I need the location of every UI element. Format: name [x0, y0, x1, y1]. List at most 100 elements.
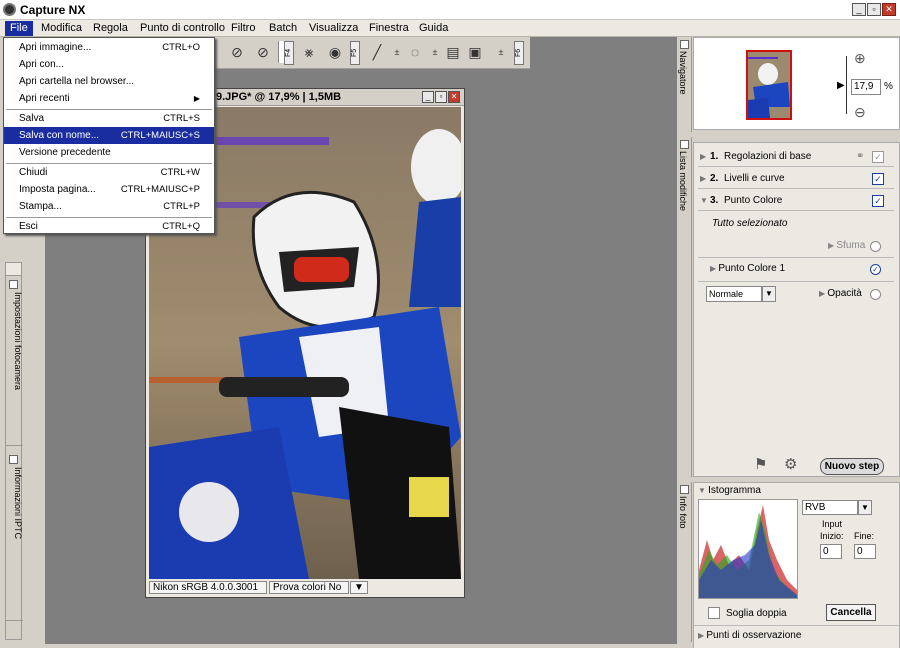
close-button[interactable]: ✕	[882, 3, 896, 16]
sfuma-radio[interactable]	[870, 241, 881, 252]
channel-dropdown-icon[interactable]: ▼	[858, 500, 872, 515]
panel-toggle-icon[interactable]	[680, 140, 689, 149]
sfuma-label[interactable]: ▶ Sfuma	[828, 240, 865, 251]
divider	[698, 257, 894, 258]
histogram-curves	[699, 505, 797, 598]
histogram-header[interactable]: ▼ Istogramma	[698, 485, 761, 496]
control-point-icon[interactable]: ⊘	[228, 43, 246, 61]
zoom-in-icon[interactable]: ⊕	[854, 50, 866, 67]
zoom-slider-track[interactable]	[846, 56, 847, 114]
menu-modifica[interactable]: Modifica	[36, 21, 87, 36]
zoom-out-icon[interactable]: ⊖	[854, 104, 866, 121]
image-minimize-button[interactable]: _	[422, 91, 434, 103]
tab-lista-modifiche[interactable]: Lista modifiche	[677, 137, 692, 477]
menu-guida[interactable]: Guida	[414, 21, 453, 36]
gear-icon[interactable]: ⚙	[784, 455, 797, 473]
tab-info-foto[interactable]: Info foto	[677, 482, 692, 642]
menu-item-apri-cartella[interactable]: Apri cartella nel browser...	[4, 73, 214, 90]
zoom-slider-handle-icon[interactable]: ▶	[837, 80, 845, 91]
thumbnail-image	[748, 52, 790, 118]
menu-item-imposta-pagina[interactable]: Imposta pagina... CTRL+MAIUSC+P	[4, 181, 214, 198]
brush-icon[interactable]: ╱	[368, 43, 386, 61]
selection-note: Tutto selezionato	[712, 218, 788, 229]
menu-file[interactable]: File	[5, 21, 33, 36]
step-regolazioni-di-base[interactable]: ▶ 1. Regolazioni di base ⚭ ✓	[698, 147, 894, 167]
divider	[698, 281, 894, 282]
end-input[interactable]: 0	[854, 544, 876, 559]
color-profile-status: Nikon sRGB 4.0.0.3001	[149, 581, 267, 594]
expand-arrow-icon: ▶	[700, 174, 707, 183]
cancel-button[interactable]: Cancella	[826, 604, 876, 621]
opacity-radio[interactable]	[870, 289, 881, 300]
plus-minus-icon[interactable]: ±	[426, 43, 444, 61]
lasso-icon[interactable]: ◌	[406, 43, 424, 61]
blend-mode-select[interactable]: Normale	[706, 286, 762, 302]
blend-mode-dropdown-icon[interactable]: ▼	[762, 286, 776, 302]
step-enable-checkbox[interactable]: ✓	[872, 151, 884, 163]
maximize-button[interactable]: ▫	[867, 3, 881, 16]
watch-points-header[interactable]: ▶ Punti di osservazione	[698, 630, 801, 641]
image-status-bar: Nikon sRGB 4.0.0.3001 Prova colori No ▼	[149, 580, 461, 595]
panel-toggle-icon[interactable]	[680, 40, 689, 49]
menu-visualizza[interactable]: Visualizza	[304, 21, 363, 36]
menu-batch[interactable]: Batch	[264, 21, 302, 36]
menu-filtro[interactable]: Filtro	[226, 21, 260, 36]
new-step-button[interactable]: Nuovo step	[820, 458, 884, 475]
image-maximize-button[interactable]: ▫	[435, 91, 447, 103]
step-livelli-e-curve[interactable]: ▶ 2. Livelli e curve ✓	[698, 169, 894, 189]
image-close-button[interactable]: ✕	[448, 91, 460, 103]
collapse-arrow-icon: ▼	[700, 196, 708, 205]
menu-item-esci[interactable]: Esci CTRL+Q	[4, 218, 214, 235]
tab-informazioni-iptc[interactable]: Informazioni IPTC	[6, 451, 23, 621]
menu-item-apri-recenti[interactable]: Apri recenti ▶	[4, 90, 214, 107]
menu-regola[interactable]: Regola	[88, 21, 133, 36]
minimize-button[interactable]: _	[852, 3, 866, 16]
zoom-unit: %	[884, 81, 893, 92]
menu-item-chiudi[interactable]: Chiudi CTRL+W	[4, 164, 214, 181]
control-point-checkbox[interactable]: ✓	[870, 264, 881, 275]
start-input[interactable]: 0	[820, 544, 842, 559]
soft-proof-dropdown-icon[interactable]: ▼	[350, 581, 368, 594]
fkey-f5: F5	[350, 41, 360, 65]
plus-minus-icon[interactable]: ±	[388, 43, 406, 61]
title-bar: Capture NX _ ▫ ✕	[0, 0, 900, 20]
submenu-arrow-icon: ▶	[193, 94, 200, 103]
menu-finestra[interactable]: Finestra	[364, 21, 414, 36]
app-icon	[3, 3, 16, 16]
fill-icon[interactable]: ▣	[466, 43, 484, 61]
flag-icon[interactable]: ⚑	[754, 455, 767, 473]
menu-item-apri-con[interactable]: Apri con...	[4, 56, 214, 73]
soft-proof-status[interactable]: Prova colori No	[269, 581, 349, 594]
edit-list-panel: ▶ 1. Regolazioni di base ⚭ ✓ ▶ 2. Livell…	[693, 142, 900, 477]
tab-navigatore[interactable]: Navigatore	[677, 37, 692, 132]
step-enable-checkbox[interactable]: ✓	[872, 195, 884, 207]
menu-item-versione-precedente[interactable]: Versione precedente	[4, 144, 214, 161]
plus-minus-icon[interactable]: ±	[492, 43, 510, 61]
control-point-minus-icon[interactable]: ⊘	[254, 43, 272, 61]
panel-toggle-icon[interactable]	[680, 485, 689, 494]
panel-toggle-icon[interactable]	[9, 280, 18, 289]
channel-select[interactable]: RVB	[802, 500, 858, 515]
toolbar: ⊘ ⊘ F4 ⨳ ◉ F5 ╱ ± ◌ ± ▤ ▣ ± F6	[210, 37, 530, 69]
gradient-icon[interactable]: ▤	[444, 43, 462, 61]
menu-item-apri-immagine[interactable]: Apri immagine... CTRL+O	[4, 39, 214, 56]
expand-arrow-icon: ▶	[700, 152, 707, 161]
navigator-panel: ⊕ ▶ 17,9 % ⊖	[693, 37, 900, 130]
right-panel: Navigatore ⊕ ▶ 17,9 % ⊖ Lista modifiche …	[677, 37, 900, 648]
menu-item-stampa[interactable]: Stampa... CTRL+P	[4, 198, 214, 215]
double-threshold-checkbox[interactable]	[708, 607, 720, 619]
panel-toggle-icon[interactable]	[9, 455, 18, 464]
menu-item-salva[interactable]: Salva CTRL+S	[4, 110, 214, 127]
tab-impostazioni-fotocamera[interactable]: Impostazioni fotocamera	[6, 276, 23, 446]
menu-item-salva-con-nome[interactable]: Salva con nome... CTRL+MAIUSC+S	[4, 127, 214, 144]
navigator-thumbnail[interactable]	[746, 50, 792, 120]
step-punto-colore[interactable]: ▼ 3. Punto Colore ✓	[698, 191, 894, 211]
opacity-label[interactable]: ▶ Opacità	[819, 288, 862, 299]
control-point-item[interactable]: ▶ Punto Colore 1	[710, 263, 785, 274]
eye-icon[interactable]: ◉	[326, 43, 344, 61]
step-enable-checkbox[interactable]: ✓	[872, 173, 884, 185]
menu-punto-di-controllo[interactable]: Punto di controllo	[135, 21, 230, 36]
red-eye-icon[interactable]: ⨳	[300, 43, 318, 61]
zoom-input[interactable]: 17,9	[851, 79, 881, 95]
image-window-title: 9.JPG* @ 17,9% | 1,5MB	[216, 91, 342, 103]
